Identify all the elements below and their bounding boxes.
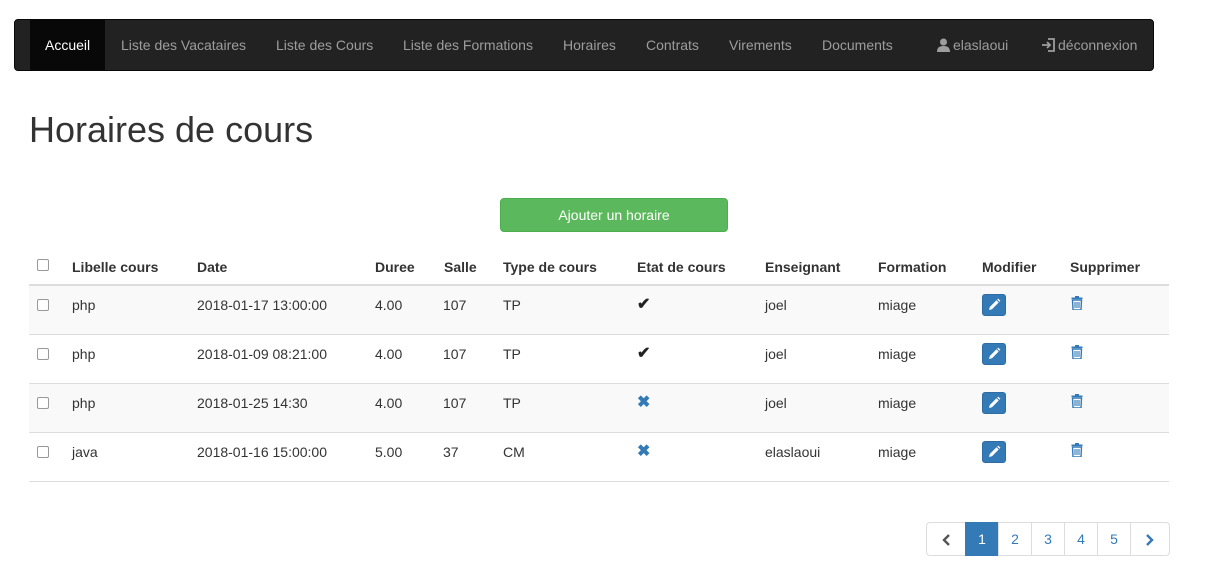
cell-formation: miage [878, 444, 917, 460]
page-next-button[interactable] [1130, 522, 1170, 556]
page-5-button[interactable]: 5 [1097, 522, 1131, 556]
cell-libelle: php [72, 346, 96, 362]
cell-type: TP [503, 395, 521, 411]
schedule-table: Libelle cours Date Duree Salle Type de c… [29, 246, 1169, 482]
cell-libelle: php [72, 297, 96, 313]
chevron-right-icon [1145, 531, 1155, 547]
nav-logout[interactable]: déconnexion [1041, 20, 1137, 70]
trash-icon [1071, 345, 1083, 362]
chevron-left-icon [941, 531, 951, 547]
cell-type: TP [503, 346, 521, 362]
col-duree: Duree [375, 259, 415, 275]
cell-formation: miage [878, 395, 917, 411]
cell-date: 2018-01-16 15:00:00 [197, 444, 327, 460]
user-name: elaslaoui [953, 37, 1009, 53]
top-navbar: Accueil Liste des Vacataires Liste des C… [14, 19, 1154, 71]
table-row: php 2018-01-17 13:00:00 4.00 107 TP ✔ joel miag… [29, 286, 1169, 335]
user-icon [937, 37, 953, 53]
row-checkbox[interactable] [37, 348, 49, 360]
cell-date: 2018-01-25 14:30 [197, 395, 308, 411]
nav-horaires[interactable]: Horaires [563, 20, 616, 70]
page-title: Horaires de cours [29, 109, 314, 150]
col-salle: Salle [444, 259, 477, 275]
nav-user[interactable]: elaslaoui [937, 20, 1008, 70]
table-row: php 2018-01-25 14:30 4.00 107 TP ✖ joel miage [29, 384, 1169, 433]
col-enseignant: Enseignant [765, 259, 841, 275]
cell-formation: miage [878, 346, 917, 362]
cell-libelle: php [72, 395, 96, 411]
cell-enseignant: joel [765, 297, 787, 313]
nav-liste-formations[interactable]: Liste des Formations [403, 20, 533, 70]
logout-label: déconnexion [1058, 37, 1138, 53]
col-libelle: Libelle cours [72, 259, 159, 275]
row-checkbox[interactable] [37, 446, 49, 458]
nav-liste-cours[interactable]: Liste des Cours [276, 20, 373, 70]
edit-button[interactable] [982, 294, 1006, 316]
trash-icon [1071, 394, 1083, 411]
cell-date: 2018-01-17 13:00:00 [197, 297, 327, 313]
nav-virements[interactable]: Virements [729, 20, 792, 70]
delete-button[interactable] [1071, 345, 1083, 362]
cell-duree: 4.00 [375, 297, 403, 313]
delete-button[interactable] [1071, 443, 1083, 460]
select-all-checkbox[interactable] [37, 259, 49, 271]
nav-documents[interactable]: Documents [822, 20, 893, 70]
cell-duree: 5.00 [375, 444, 403, 460]
nav-accueil[interactable]: Accueil [30, 20, 106, 70]
page-prev-button[interactable] [926, 522, 966, 556]
row-checkbox[interactable] [37, 299, 49, 311]
cell-salle: 107 [443, 346, 467, 362]
add-schedule-button[interactable]: Ajouter un horaire [500, 198, 728, 232]
page-4-button[interactable]: 4 [1064, 522, 1098, 556]
row-checkbox[interactable] [37, 397, 49, 409]
col-modifier: Modifier [982, 259, 1037, 275]
table-row: java 2018-01-16 15:00:00 5.00 37 CM ✖ elaslaou… [29, 433, 1169, 482]
cell-duree: 4.00 [375, 346, 403, 362]
cell-salle: 107 [443, 395, 467, 411]
edit-button[interactable] [982, 392, 1006, 414]
cross-icon: ✖ [637, 443, 651, 460]
delete-button[interactable] [1071, 296, 1083, 313]
check-icon: ✔ [637, 345, 651, 362]
table-body: php 2018-01-17 13:00:00 4.00 107 TP ✔ joel miag… [29, 286, 1169, 482]
cell-enseignant: elaslaoui [765, 444, 821, 460]
logout-icon [1041, 37, 1058, 53]
table-header-row: Libelle cours Date Duree Salle Type de c… [29, 246, 1169, 286]
nav-contrats[interactable]: Contrats [646, 20, 699, 70]
page-1-button[interactable]: 1 [965, 522, 999, 556]
edit-button[interactable] [982, 343, 1006, 365]
cell-salle: 107 [443, 297, 467, 313]
col-supprimer: Supprimer [1070, 259, 1141, 275]
edit-button[interactable] [982, 441, 1006, 463]
cell-enseignant: joel [765, 395, 787, 411]
page-3-button[interactable]: 3 [1031, 522, 1065, 556]
page-2-button[interactable]: 2 [998, 522, 1032, 556]
pagination: 1 2 3 4 5 [926, 522, 1170, 556]
cross-icon: ✖ [637, 394, 651, 411]
cell-type: TP [503, 297, 521, 313]
cell-formation: miage [878, 297, 917, 313]
table-row: php 2018-01-09 08:21:00 4.00 107 TP ✔ joel miag… [29, 335, 1169, 384]
cell-salle: 37 [443, 444, 459, 460]
cell-duree: 4.00 [375, 395, 403, 411]
trash-icon [1071, 443, 1083, 460]
cell-date: 2018-01-09 08:21:00 [197, 346, 327, 362]
col-date: Date [197, 259, 228, 275]
trash-icon [1071, 296, 1083, 313]
col-formation: Formation [878, 259, 947, 275]
nav-liste-vacataires[interactable]: Liste des Vacataires [121, 20, 246, 70]
delete-button[interactable] [1071, 394, 1083, 411]
col-etat: Etat de cours [637, 259, 726, 275]
col-type: Type de cours [503, 259, 597, 275]
cell-enseignant: joel [765, 346, 787, 362]
cell-type: CM [503, 444, 525, 460]
cell-libelle: java [72, 444, 98, 460]
check-icon: ✔ [637, 296, 651, 313]
